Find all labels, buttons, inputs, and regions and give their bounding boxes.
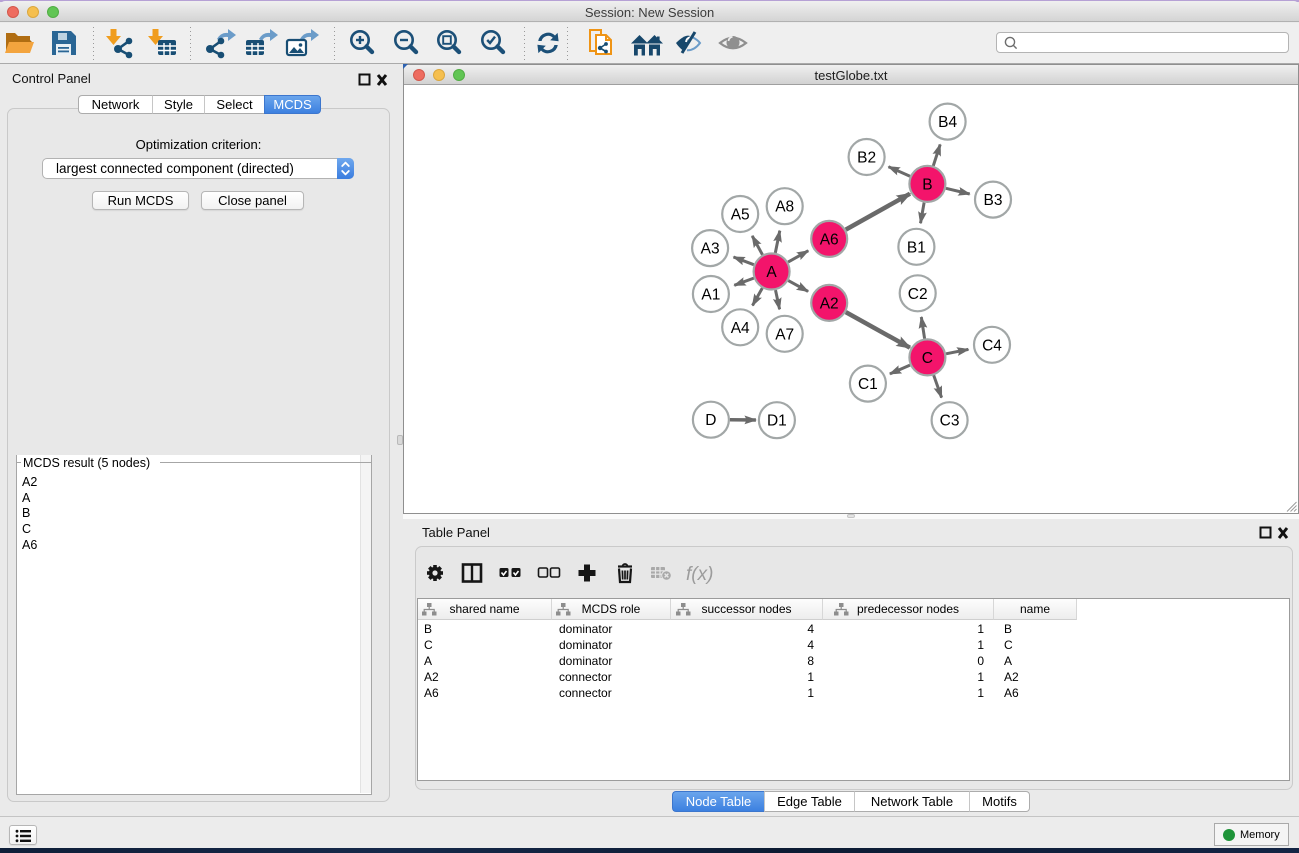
svg-text:A5: A5	[731, 207, 750, 224]
svg-text:A3: A3	[701, 241, 720, 258]
svg-text:f(x): f(x)	[686, 564, 713, 585]
svg-text:A1: A1	[701, 287, 720, 304]
svg-text:A6: A6	[820, 231, 839, 248]
svg-text:C3: C3	[940, 413, 960, 430]
svg-text:C4: C4	[982, 337, 1002, 354]
svg-text:A7: A7	[775, 326, 794, 343]
svg-text:A4: A4	[731, 320, 750, 337]
svg-text:B2: B2	[857, 150, 876, 167]
svg-text:B1: B1	[907, 239, 926, 256]
svg-text:A2: A2	[820, 295, 839, 312]
svg-text:B3: B3	[984, 192, 1003, 209]
svg-text:D1: D1	[767, 413, 787, 430]
svg-text:B: B	[922, 176, 932, 193]
svg-text:B4: B4	[938, 114, 957, 131]
svg-text:C1: C1	[858, 376, 878, 393]
svg-text:A8: A8	[775, 199, 794, 216]
svg-text:D: D	[705, 412, 716, 429]
svg-text:C: C	[922, 350, 933, 367]
svg-text:A: A	[766, 264, 777, 281]
svg-text:C2: C2	[908, 286, 928, 303]
